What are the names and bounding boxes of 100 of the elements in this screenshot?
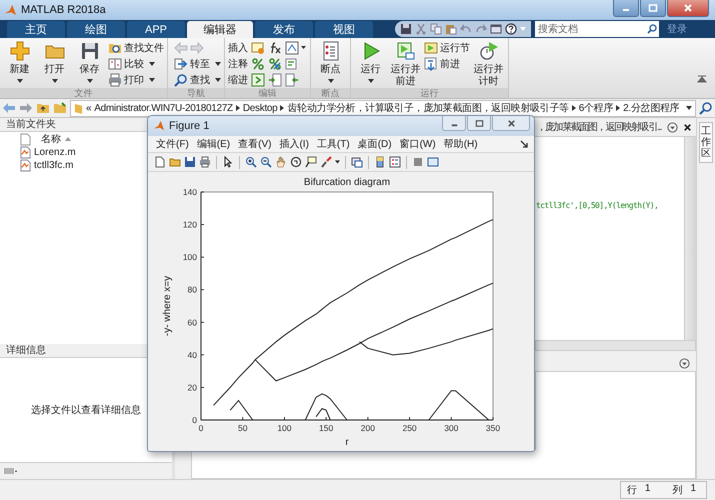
separator-icon <box>280 105 284 111</box>
help-icon[interactable] <box>505 23 517 35</box>
close-icon[interactable] <box>682 122 693 132</box>
zoom-out-icon[interactable] <box>260 156 272 168</box>
editor-tab[interactable]: ，庞加莱截面图，返回映射吸引... <box>536 120 661 134</box>
indent-button[interactable]: 缩进 <box>228 73 248 87</box>
sign-in-link[interactable]: 登录 <box>667 22 687 36</box>
ribbon-tab[interactable]: 绘图 <box>67 21 125 38</box>
run-section-button[interactable]: 运行节 <box>424 41 470 55</box>
menu-item[interactable]: 桌面(D) <box>358 137 392 151</box>
dropdown-icon[interactable] <box>679 358 690 368</box>
caret-icon[interactable] <box>335 160 340 164</box>
colorbar-icon[interactable] <box>374 156 386 168</box>
menu-item[interactable]: 插入(I) <box>279 137 309 151</box>
dropdown-icon[interactable] <box>667 122 678 132</box>
tick-label: 50 <box>238 423 248 433</box>
caret-icon <box>368 79 374 83</box>
dock-icon[interactable] <box>520 140 528 148</box>
menu-item[interactable]: 工具(T) <box>316 137 350 151</box>
file-item[interactable]: Lorenz.m <box>34 147 76 158</box>
menu-item[interactable]: 文件(F) <box>156 137 189 151</box>
collapse-icon[interactable] <box>697 74 707 84</box>
search-icon[interactable] <box>645 21 659 37</box>
run-and-time-button[interactable]: 运行并计时 <box>472 41 505 88</box>
ribbon-tab[interactable]: 视图 <box>315 21 373 38</box>
brush-icon[interactable] <box>320 156 332 168</box>
run-button[interactable]: 运行 <box>354 41 387 83</box>
down-arrow-icon <box>424 57 438 71</box>
rotate-icon[interactable] <box>290 156 302 168</box>
close-icon <box>683 3 693 13</box>
link-plot-icon[interactable] <box>351 156 363 168</box>
window-icon[interactable] <box>427 156 439 168</box>
menu-item[interactable]: 查看(V) <box>238 137 272 151</box>
increase-indent-icon[interactable] <box>268 73 282 87</box>
close-button[interactable] <box>667 0 709 17</box>
zoom-in-icon[interactable] <box>245 156 257 168</box>
save-icon[interactable] <box>400 23 412 35</box>
menu-item[interactable]: 帮助(H) <box>444 137 478 151</box>
scrollbar[interactable] <box>684 137 696 340</box>
browse-folder-icon[interactable] <box>53 101 67 115</box>
function-icon[interactable] <box>268 41 282 55</box>
up-folder-icon[interactable] <box>36 101 50 115</box>
panel-grip-icon[interactable] <box>4 467 18 475</box>
code-editor[interactable]: tctll3fc',[0,50],Y(length(Y), <box>535 136 696 340</box>
axis-label: -y- where x=y <box>162 276 173 336</box>
caret-icon[interactable] <box>686 106 692 110</box>
panel-title: 当前文件夹 <box>6 119 56 130</box>
ribbon-tab[interactable]: 编辑器 <box>187 21 253 38</box>
ribbon-tab[interactable]: 主页 <box>7 21 65 38</box>
search-field[interactable]: 搜索文档 <box>535 21 645 37</box>
column-header[interactable]: 名称 <box>35 132 61 146</box>
decrease-indent-icon[interactable] <box>285 73 299 87</box>
save-button[interactable]: 保存 <box>73 41 106 83</box>
paste-icon[interactable] <box>445 23 457 35</box>
close-button[interactable] <box>492 116 530 131</box>
new-button[interactable]: 新建 <box>3 41 36 83</box>
ribbon-tab[interactable]: 发布 <box>255 21 313 38</box>
menu-item[interactable]: 窗口(W) <box>400 137 436 151</box>
menu-item[interactable]: 编辑(E) <box>196 137 230 151</box>
new-document-icon[interactable] <box>154 156 166 168</box>
hand-icon[interactable] <box>275 156 287 168</box>
advance-button[interactable]: 前进 <box>424 57 470 71</box>
minimize-button[interactable] <box>442 116 466 131</box>
matlab-logo-icon <box>4 4 17 16</box>
find-files-button[interactable]: 查找文件 <box>108 41 164 55</box>
compare-button[interactable]: 比较 <box>108 57 164 71</box>
data-cursor-icon[interactable] <box>305 156 317 168</box>
maximize-button[interactable] <box>640 0 666 17</box>
breakpoints-button[interactable]: 断点 <box>314 41 347 83</box>
search-icon[interactable] <box>699 101 713 115</box>
minimize-button[interactable] <box>613 0 639 17</box>
pointer-icon[interactable] <box>222 156 234 168</box>
function-dropdown-icon[interactable] <box>285 41 307 55</box>
wrap-comments-icon[interactable] <box>285 57 299 71</box>
tick-label: 250 <box>402 423 417 433</box>
open-button[interactable]: 打开 <box>38 41 71 83</box>
go-to-button[interactable]: 转至 <box>174 57 221 71</box>
command-window[interactable] <box>191 450 696 479</box>
copy-icon[interactable] <box>430 23 442 35</box>
window-icon[interactable] <box>490 23 502 35</box>
uncomment-icon[interactable] <box>268 57 282 71</box>
ribbon-tab[interactable]: APP <box>127 21 185 38</box>
run-and-advance-button[interactable]: 运行并前进 <box>389 41 422 88</box>
scrollbar[interactable] <box>535 340 696 351</box>
printer-icon[interactable] <box>199 156 211 168</box>
folder-icon[interactable] <box>169 156 181 168</box>
maximize-button[interactable] <box>467 116 491 131</box>
smart-indent-icon[interactable] <box>251 73 265 87</box>
separator-icon <box>572 105 576 111</box>
legend-icon[interactable] <box>389 156 401 168</box>
find-button[interactable]: 查找 <box>174 73 221 87</box>
save-icon[interactable] <box>184 156 196 168</box>
percent-icon[interactable] <box>251 57 265 71</box>
square-icon[interactable] <box>412 156 424 168</box>
comment-button[interactable]: 注释 <box>228 57 248 71</box>
path-field[interactable]: « Administrator.WIN7U-20180127Z Desktop 齿轮动力学分析，计算吸引子，庞加莱截面图，返回映射吸引子等 6个程序 2.分岔图程序 <box>70 100 696 116</box>
print-button[interactable]: 打印 <box>108 73 164 87</box>
insert-button[interactable]: 插入 <box>228 41 248 55</box>
file-item[interactable]: tctll3fc.m <box>34 160 74 171</box>
workspace-tab[interactable]: 工作区 <box>699 122 713 163</box>
